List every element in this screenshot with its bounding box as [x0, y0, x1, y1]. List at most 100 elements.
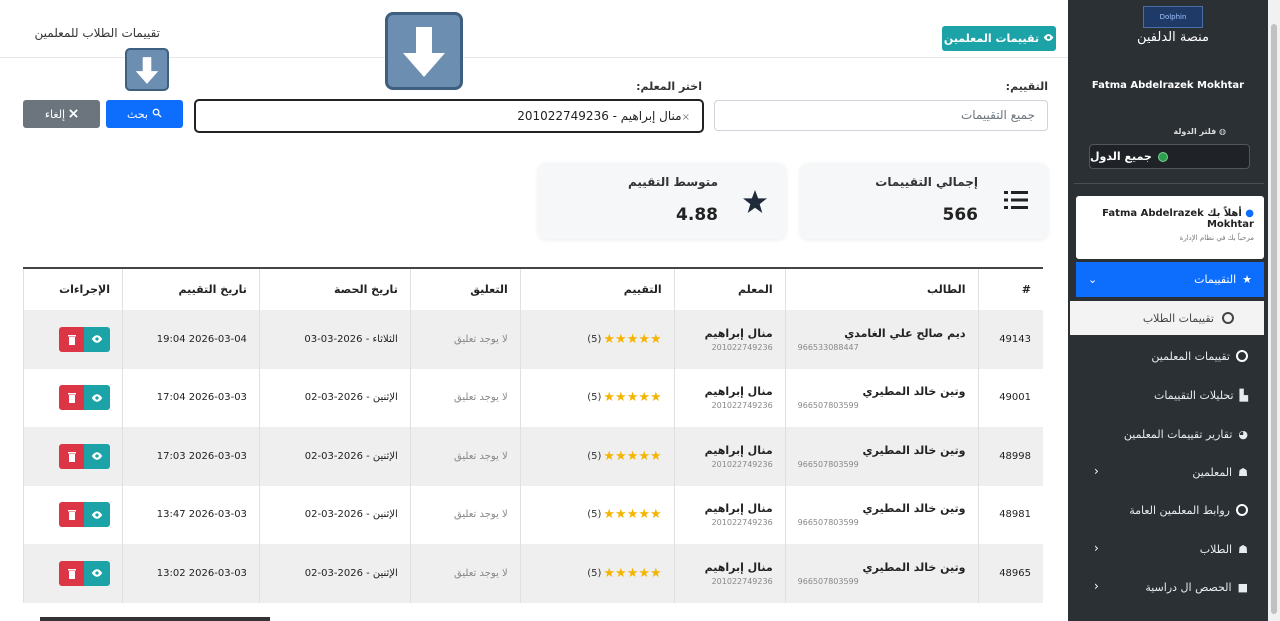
rating-number: (5) — [587, 509, 602, 521]
actions-cell — [22, 310, 123, 369]
student-name: وتين خالد المطيري — [862, 560, 966, 574]
search-button[interactable]: بحث — [106, 100, 183, 128]
sidebar-item-teacher-links[interactable]: روابط المعلمين العامة — [1076, 495, 1264, 525]
table-row: 49143 ديم صالح علي الغامدي 966533088447 م… — [22, 310, 1043, 369]
view-button[interactable] — [84, 502, 111, 528]
comment-text: لا يوجد تعليق — [454, 567, 508, 579]
sidebar-item-ratings-analytics[interactable]: ▙ تحليلات التقييمات — [1076, 380, 1264, 410]
view-button[interactable] — [84, 326, 111, 352]
average-rating-card: متوسط التقييم 4.88 — [538, 163, 786, 239]
student-phone: 966507803599 — [797, 518, 859, 528]
search-icon — [152, 108, 162, 121]
star-icon: ★★★★★ — [603, 331, 662, 347]
teacher-phone: 201022749236 — [711, 342, 773, 352]
star-icon: ★ — [1242, 273, 1252, 286]
col-num: # — [977, 267, 1043, 310]
scrollbar-thumb[interactable] — [1271, 24, 1277, 614]
clear-selection-icon[interactable]: × — [682, 112, 690, 123]
student-phone: 966507803599 — [797, 459, 859, 469]
teacher-cell: منال إبراهيم 201022749236 — [673, 544, 786, 603]
sidebar-item-ratings[interactable]: ★ التقييمات ⌄ — [1076, 262, 1264, 297]
delete-button[interactable] — [59, 502, 85, 528]
welcome-card: ● أهلاً بك Fatma Abdelrazek Mokhtar مرحب… — [1076, 196, 1264, 259]
delete-button[interactable] — [59, 443, 85, 469]
view-button[interactable] — [84, 560, 111, 586]
country-filter-label: ◍ فلتر الدولة — [1173, 127, 1226, 136]
country-filter-select[interactable]: جميع الدول — [1089, 144, 1250, 169]
view-button[interactable] — [84, 385, 111, 411]
teacher-select[interactable]: ×منال إبراهيم - 201022749236 — [194, 99, 704, 133]
delete-button[interactable] — [59, 385, 85, 411]
teacher-ratings-button[interactable]: تقييمات المعلمين — [942, 26, 1056, 51]
sidebar-item-teachers[interactable]: ☗ المعلمين ‹ — [1076, 457, 1264, 487]
sidebar-item-label: روابط المعلمين العامة — [1129, 503, 1230, 517]
rating-date-cell: 2026-03-04 19:04 — [122, 310, 260, 369]
average-rating-value: 4.88 — [676, 205, 718, 225]
student-phone: 966507803599 — [797, 576, 859, 586]
session-date-cell: الإثنين - 2026-03-02 — [258, 544, 411, 603]
row-id: 48965 — [977, 544, 1043, 603]
eye-icon — [91, 394, 103, 402]
col-comment: التعليق — [409, 267, 521, 310]
sidebar-item-label: الحصص ال دراسية — [1145, 580, 1232, 594]
average-rating-label: متوسط التقييم — [627, 175, 718, 189]
brand-name: منصة الدلفين — [1136, 30, 1209, 45]
sidebar-item-sessions[interactable]: ■ الحصص ال دراسية ‹ — [1076, 572, 1264, 602]
teacher-phone: 201022749236 — [711, 518, 773, 528]
list-icon — [1004, 189, 1028, 215]
sidebar-item-students[interactable]: ☗ الطلاب ‹ — [1076, 534, 1264, 564]
chevron-down-icon: ⌄ — [1088, 273, 1098, 286]
download-overlay-icon-large[interactable] — [385, 12, 463, 90]
trash-icon — [67, 568, 76, 579]
delete-button[interactable] — [59, 560, 85, 586]
trash-icon — [67, 451, 76, 462]
teacher-cell: منال إبراهيم 201022749236 — [673, 310, 786, 369]
comment-cell: لا يوجد تعليق — [409, 485, 521, 544]
star-icon: ★★★★★ — [603, 507, 662, 523]
eye-icon — [1043, 32, 1054, 46]
sidebar-item-label: الطلاب — [1199, 542, 1233, 556]
session-date-cell: الإثنين - 2026-03-02 — [258, 427, 411, 486]
student-name: وتين خالد المطيري — [862, 502, 966, 516]
cancel-button[interactable]: إلغاء — [23, 100, 100, 128]
teacher-cell: منال إبراهيم 201022749236 — [673, 427, 786, 486]
sidebar: Dolphin منصة الدلفين Fatma Abdelrazek Mo… — [1068, 0, 1268, 621]
comment-cell: لا يوجد تعليق — [409, 368, 521, 427]
rating-number: (5) — [587, 567, 602, 579]
delete-button[interactable] — [59, 326, 85, 352]
col-rating-date: تاريخ التقييم — [122, 267, 260, 310]
circle-icon — [1222, 312, 1234, 324]
teacher-name: منال إبراهيم — [704, 502, 773, 516]
rating-number: (5) — [587, 392, 602, 404]
pie-icon: ◕ — [1238, 427, 1248, 441]
table-row: 48998 وتين خالد المطيري 966507803599 منال… — [22, 427, 1043, 486]
chart-icon: ▙ — [1239, 388, 1248, 402]
row-id: 49001 — [977, 368, 1043, 427]
teacher-name: منال إبراهيم — [704, 560, 773, 574]
teacher-filter-label: اختر المعلم: — [636, 80, 702, 93]
download-overlay-icon-small[interactable] — [125, 48, 169, 91]
session-date-cell: الإثنين - 2026-03-02 — [258, 485, 411, 544]
scrollbar[interactable] — [1268, 0, 1280, 621]
student-phone: 966533088447 — [797, 342, 859, 352]
cancel-button-label: إلغاء — [44, 107, 66, 121]
eye-icon — [91, 569, 103, 577]
total-ratings-value: 566 — [942, 205, 979, 225]
sidebar-item-teacher-reports[interactable]: ◕ تقارير تقييمات المعلمين — [1076, 419, 1264, 449]
star-rating: ★★★★★ (5) — [533, 507, 662, 523]
teacher-name: منال إبراهيم — [704, 385, 773, 399]
eye-icon — [91, 452, 103, 460]
comment-cell: لا يوجد تعليق — [409, 544, 521, 603]
view-button[interactable] — [84, 443, 111, 469]
trash-icon — [67, 510, 76, 521]
rating-select[interactable]: جميع التقييمات — [714, 100, 1048, 131]
globe-icon: ◍ — [1219, 127, 1226, 136]
col-teacher: المعلم — [673, 267, 786, 310]
sidebar-item-teacher-ratings[interactable]: تقييمات المعلمين — [1076, 341, 1264, 371]
circle-icon — [1236, 350, 1248, 362]
student-name: وتين خالد المطيري — [862, 443, 966, 457]
rating-filter-label: التقييم: — [1005, 80, 1048, 93]
teacher-icon: ☗ — [1238, 465, 1248, 479]
total-ratings-label: إجمالي التقييمات — [875, 175, 978, 189]
sidebar-item-student-ratings[interactable]: تقييمات الطلاب — [1070, 301, 1264, 335]
